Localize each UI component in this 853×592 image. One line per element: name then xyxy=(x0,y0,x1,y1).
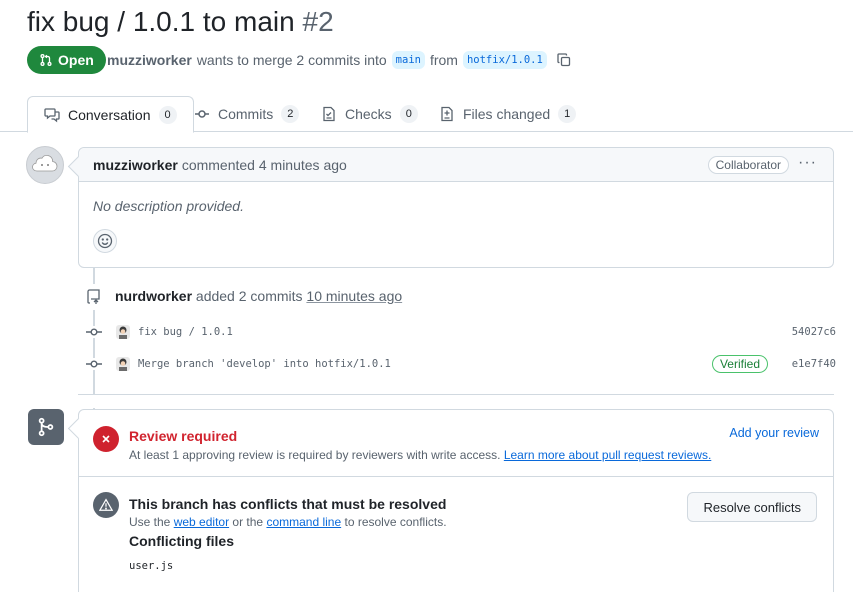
resolve-conflicts-button[interactable]: Resolve conflicts xyxy=(687,492,817,522)
review-required-section: Review required At least 1 approving rev… xyxy=(79,410,833,477)
comment-body: No description provided. xyxy=(93,198,244,214)
from-text: from xyxy=(429,52,458,68)
tab-checks[interactable]: Checks 0 xyxy=(305,96,434,132)
checklist-icon xyxy=(323,106,335,122)
pr-number: #2 xyxy=(302,6,334,37)
conflict-desc-text: Use the xyxy=(129,515,171,529)
pr-state-badge: Open xyxy=(27,46,106,74)
list-item: Merge branch 'develop' into hotfix/1.0.1… xyxy=(84,353,836,375)
review-required-title: Review required xyxy=(129,428,238,444)
commit-event-time[interactable]: 10 minutes ago xyxy=(306,288,402,304)
file-diff-icon xyxy=(441,106,453,122)
comment-discussion-icon xyxy=(44,107,60,122)
conflict-title: This branch has conflicts that must be r… xyxy=(129,496,447,512)
commit-message[interactable]: Merge branch 'develop' into hotfix/1.0.1 xyxy=(138,358,391,370)
list-item: fix bug / 1.0.1 54027c6 xyxy=(84,321,836,343)
head-branch[interactable]: hotfix/1.0.1 xyxy=(462,51,547,69)
tab-checks-count: 0 xyxy=(399,105,418,123)
pr-author-link[interactable]: muzziworker xyxy=(107,52,192,68)
tab-commits[interactable]: Commits 2 xyxy=(178,96,315,132)
commit-sha[interactable]: 54027c6 xyxy=(792,326,836,338)
commit-event-author[interactable]: nurdworker xyxy=(115,288,192,304)
pr-tabs: Conversation 0 Commits 2 Checks 0 Files … xyxy=(0,96,853,133)
tab-files-changed-label: Files changed xyxy=(463,106,551,122)
conflict-desc-text: or the xyxy=(232,515,264,529)
tab-commits-count: 2 xyxy=(281,105,300,123)
comment-box: muzziworker commented 4 minutes ago Coll… xyxy=(78,147,834,268)
conflicting-files-title: Conflicting files xyxy=(129,533,234,549)
web-editor-link[interactable]: web editor xyxy=(174,515,229,529)
kebab-menu-icon[interactable]: ··· xyxy=(798,154,817,172)
comment-header: muzziworker commented 4 minutes ago Coll… xyxy=(79,148,833,182)
verified-badge[interactable]: Verified xyxy=(711,355,768,373)
conflict-desc-text: to resolve conflicts. xyxy=(344,515,447,529)
tab-checks-label: Checks xyxy=(345,106,392,122)
pr-meta: muzziworker wants to merge 2 commits int… xyxy=(107,51,572,69)
smiley-icon xyxy=(97,233,113,249)
base-branch[interactable]: main xyxy=(391,51,425,69)
commit-event-text: nurdworker added 2 commits 10 minutes ag… xyxy=(115,288,402,304)
commit-sha[interactable]: e1e7f40 xyxy=(792,358,836,370)
repo-push-icon xyxy=(81,284,107,310)
comment-time[interactable]: 4 minutes ago xyxy=(259,157,347,173)
review-learn-more-link[interactable]: Learn more about pull request reviews. xyxy=(504,448,711,462)
tab-commits-label: Commits xyxy=(218,106,274,122)
review-required-desc: At least 1 approving review is required … xyxy=(129,448,711,462)
add-reaction-button[interactable] xyxy=(93,229,117,253)
collaborator-badge: Collaborator xyxy=(707,156,789,174)
tab-files-changed-count: 1 xyxy=(558,105,577,123)
pr-summary-text: wants to merge 2 commits into xyxy=(196,52,387,68)
conflict-desc: Use the web editor or the command line t… xyxy=(129,515,447,529)
cloud-avatar-icon xyxy=(32,154,58,172)
copy-icon[interactable] xyxy=(556,52,572,68)
git-commit-icon xyxy=(84,358,104,370)
avatar[interactable] xyxy=(116,357,130,371)
commit-event-action: added 2 commits xyxy=(195,288,303,304)
comment-action: commented xyxy=(181,156,255,173)
git-pull-request-icon xyxy=(40,54,52,66)
pr-title: fix bug / 1.0.1 to main #2 xyxy=(27,6,334,38)
timeline-divider xyxy=(78,394,834,395)
merge-box: Review required At least 1 approving rev… xyxy=(78,409,834,592)
commit-message[interactable]: fix bug / 1.0.1 xyxy=(138,326,233,338)
pr-title-text: fix bug / 1.0.1 to main xyxy=(27,6,295,37)
avatar[interactable] xyxy=(116,325,130,339)
tab-conversation-label: Conversation xyxy=(68,106,151,123)
command-line-link[interactable]: command line xyxy=(266,515,341,529)
tab-conversation[interactable]: Conversation 0 xyxy=(27,96,194,133)
git-merge-icon xyxy=(28,409,64,445)
review-desc-text: At least 1 approving review is required … xyxy=(129,448,501,462)
tab-files-changed[interactable]: Files changed 1 xyxy=(423,96,592,132)
alert-icon xyxy=(93,492,119,518)
git-commit-icon xyxy=(195,110,209,118)
pr-state-label: Open xyxy=(58,52,94,68)
add-your-review-link[interactable]: Add your review xyxy=(729,426,819,440)
comment-author[interactable]: muzziworker xyxy=(93,157,178,173)
tab-conversation-count: 0 xyxy=(158,105,177,124)
avatar[interactable] xyxy=(26,146,64,184)
conflicting-file[interactable]: user.js xyxy=(129,560,173,572)
git-commit-icon xyxy=(84,326,104,338)
x-circle-icon xyxy=(93,426,119,452)
